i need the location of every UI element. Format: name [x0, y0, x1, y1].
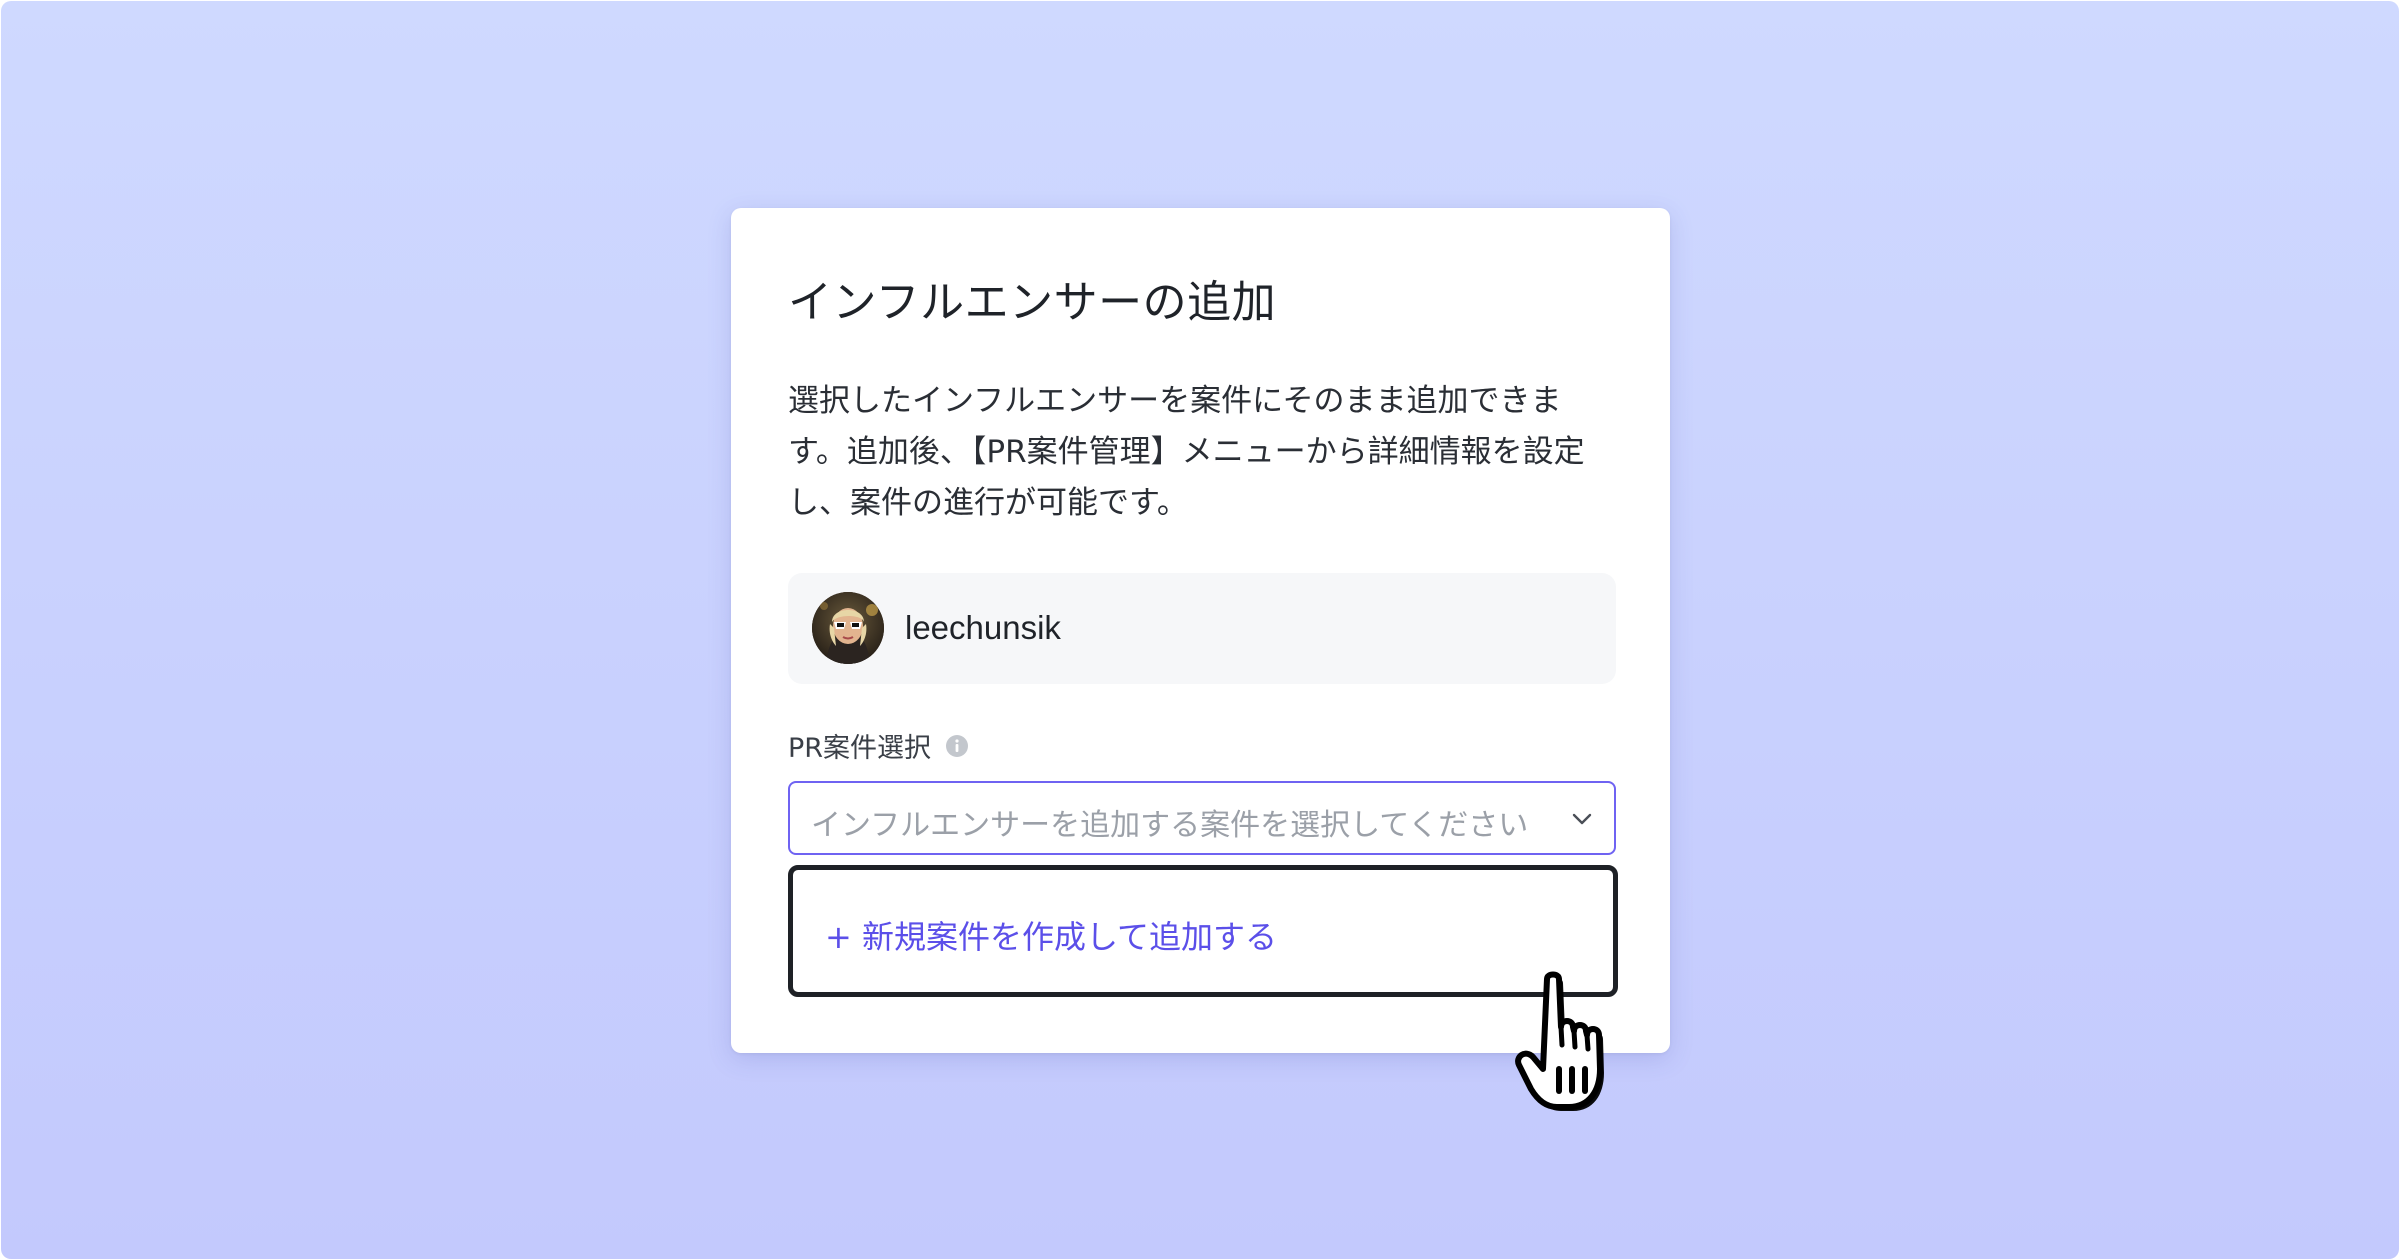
- chevron-down-icon: [1570, 807, 1594, 831]
- influencer-username: leechunsik: [905, 609, 1061, 646]
- campaign-select[interactable]: インフルエンサーを追加する案件を選択してください: [788, 781, 1616, 855]
- dialog-description: 選択したインフルエンサーを案件にそのまま追加できま す。追加後、【PR案件管理】…: [788, 376, 1628, 529]
- influencer-card: leechunsik: [788, 573, 1616, 684]
- create-new-campaign-option[interactable]: + 新規案件を作成して追加する: [825, 912, 1277, 958]
- avatar: [812, 592, 884, 664]
- background: インフルエンサーの追加 選択したインフルエンサーを案件にそのまま追加できま す。…: [1, 1, 2399, 1259]
- hand-pointer-cursor-icon: [1511, 969, 1641, 1119]
- info-icon[interactable]: [945, 734, 969, 758]
- description-line: し、案件の進行が可能です。: [788, 485, 1188, 521]
- campaign-select-placeholder: インフルエンサーを追加する案件を選択してください: [811, 808, 1529, 843]
- description-line: 選択したインフルエンサーを案件にそのまま追加できま: [788, 383, 1562, 419]
- campaign-dropdown-menu: + 新規案件を作成して追加する: [788, 865, 1618, 997]
- dialog-title: インフルエンサーの追加: [788, 277, 1277, 328]
- add-influencer-dialog: インフルエンサーの追加 選択したインフルエンサーを案件にそのまま追加できま す。…: [731, 208, 1670, 1053]
- description-line: す。追加後、【PR案件管理】メニューから詳細情報を設定: [788, 434, 1585, 470]
- campaign-select-label-text: PR案件選択: [788, 733, 932, 764]
- campaign-select-label: PR案件選択: [788, 726, 969, 765]
